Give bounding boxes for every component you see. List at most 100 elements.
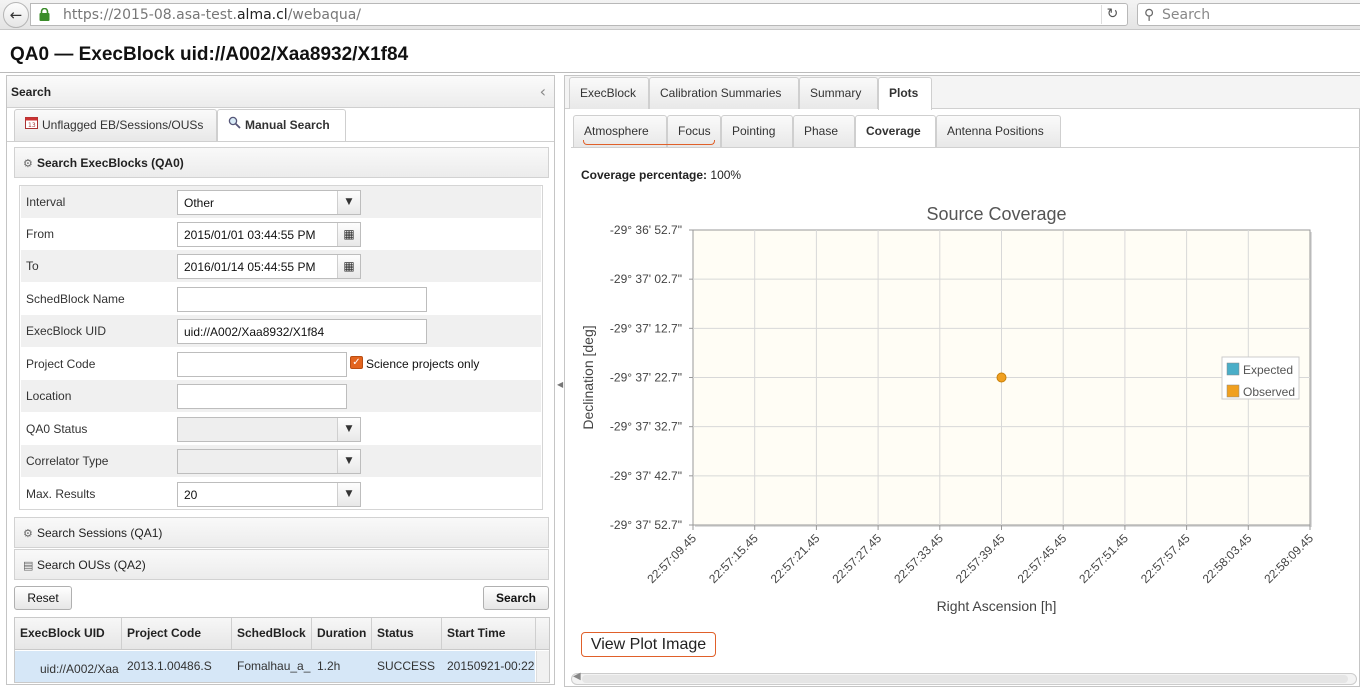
view-plot-image-button[interactable]: View Plot Image: [581, 632, 716, 657]
svg-text:13: 13: [28, 122, 36, 129]
data-point-observed: [996, 372, 1007, 383]
location-input[interactable]: [177, 384, 347, 409]
row-max-results: Max. Results 20 ▼: [21, 478, 541, 510]
x-tick-label: 22:57:33.45: [891, 531, 946, 586]
tab-summary[interactable]: Summary: [799, 77, 878, 109]
tab-plots[interactable]: Plots: [878, 77, 932, 110]
y-tick-label: -29° 37' 52.7": [610, 518, 682, 532]
chevron-down-icon[interactable]: ▼: [337, 418, 360, 441]
browser-toolbar: ← https://2015-08.asa-test.alma.cl/webaq…: [0, 0, 1360, 30]
chevron-down-icon[interactable]: ▼: [337, 450, 360, 473]
to-date-input[interactable]: 2016/01/14 05:44:55 PM ▦: [177, 254, 361, 279]
search-button[interactable]: Search: [483, 586, 549, 610]
interval-value: Other: [184, 196, 215, 210]
calendar-picker-icon[interactable]: ▦: [337, 255, 360, 278]
coverage-percentage: Coverage percentage: 100%: [581, 168, 741, 182]
chevron-down-icon[interactable]: ▼: [337, 483, 360, 506]
row-schedblock-name: SchedBlock Name: [21, 283, 541, 315]
table-row[interactable]: uid://A002/Xaa 2013.1.00486.S Fomalhau_a…: [15, 651, 535, 682]
coverage-value: 100%: [710, 168, 742, 182]
collapse-arrow-icon[interactable]: ◀: [557, 380, 563, 389]
x-tick-label: 22:57:45.45: [1015, 531, 1070, 586]
section-ouss-label: Search OUSs (QA2): [37, 558, 146, 572]
execblock-uid-input[interactable]: uid://A002/Xaa8932/X1f84: [177, 319, 427, 344]
url-text: https://2015-08.asa-test.alma.cl/webaqua…: [63, 7, 362, 23]
science-projects-checkbox[interactable]: ✓: [350, 356, 363, 369]
correlator-type-label: Correlator Type: [26, 454, 109, 468]
cell-execblock-uid: uid://A002/Xaa: [40, 662, 119, 676]
col-start-time[interactable]: Start Time: [442, 618, 536, 649]
divider: [0, 72, 1360, 73]
y-tick-label: -29° 37' 42.7": [610, 469, 682, 483]
y-axis-label: Declination [deg]: [580, 325, 596, 429]
table-scrollbar[interactable]: [536, 651, 549, 682]
section-search-execblocks[interactable]: ⚙ Search ExecBlocks (QA0): [14, 147, 549, 178]
x-tick-label: 22:58:03.45: [1200, 531, 1255, 586]
focus-ring: [583, 140, 715, 145]
section-sessions-label: Search Sessions (QA1): [37, 526, 163, 540]
qa0-status-select[interactable]: ▼: [177, 417, 361, 442]
search-panel: Search ‹ 13 Unflagged EB/Sessions/OUSs M…: [6, 75, 555, 685]
collapse-left-icon[interactable]: ‹: [540, 82, 546, 101]
interval-select[interactable]: Other ▼: [177, 190, 361, 215]
col-execblock-uid[interactable]: ExecBlock UID: [15, 618, 122, 649]
col-duration[interactable]: Duration: [312, 618, 372, 649]
legend-swatch-observed: [1226, 384, 1240, 398]
x-axis-label: Right Ascension [h]: [937, 598, 1057, 614]
section-execblocks-label: Search ExecBlocks (QA0): [37, 156, 184, 170]
tab-unflagged[interactable]: 13 Unflagged EB/Sessions/OUSs: [14, 109, 217, 141]
max-results-select[interactable]: 20 ▼: [177, 482, 361, 507]
tab-manual-search-label: Manual Search: [245, 118, 330, 132]
chart-title: Source Coverage: [926, 204, 1066, 224]
tab-manual-search[interactable]: Manual Search: [217, 109, 346, 142]
col-schedblock[interactable]: SchedBlock: [232, 618, 312, 649]
y-tick-label: -29° 37' 02.7": [610, 272, 682, 286]
max-results-label: Max. Results: [26, 487, 96, 501]
search-panel-header: Search ‹: [7, 76, 554, 108]
section-search-ouss[interactable]: ▤ Search OUSs (QA2): [14, 549, 549, 580]
back-button[interactable]: ←: [3, 2, 29, 28]
subtab-coverage[interactable]: Coverage: [855, 115, 936, 148]
browser-search-input[interactable]: ⚲ Search: [1137, 3, 1360, 26]
from-date-input[interactable]: 2015/01/01 03:44:55 PM ▦: [177, 222, 361, 247]
y-tick-label: -29° 37' 22.7": [610, 371, 682, 385]
col-status[interactable]: Status: [372, 618, 442, 649]
row-interval: Interval Other ▼: [21, 186, 541, 218]
address-bar[interactable]: https://2015-08.asa-test.alma.cl/webaqua…: [30, 3, 1128, 26]
from-label: From: [26, 227, 54, 241]
search-panel-title: Search: [11, 85, 52, 99]
coverage-label: Coverage percentage:: [581, 168, 708, 182]
reset-button[interactable]: Reset: [14, 586, 72, 610]
project-code-label: Project Code: [26, 357, 96, 371]
col-project-code[interactable]: Project Code: [122, 618, 232, 649]
from-value: 2015/01/01 03:44:55 PM: [184, 228, 316, 242]
tab-calibration-summaries[interactable]: Calibration Summaries: [649, 77, 799, 109]
subtab-antenna-positions[interactable]: Antenna Positions: [936, 115, 1061, 147]
x-tick-label: 22:57:57.45: [1138, 531, 1193, 586]
legend-swatch-expected: [1226, 362, 1240, 376]
page-title: QA0 — ExecBlock uid://A002/Xaa8932/X1f84: [10, 44, 409, 65]
location-label: Location: [26, 389, 72, 403]
gears-icon: ⚙: [23, 527, 33, 540]
horizontal-scrollbar[interactable]: ◀: [571, 671, 1357, 685]
reload-icon[interactable]: ↻: [1101, 5, 1123, 24]
schedblock-name-label: SchedBlock Name: [26, 292, 125, 306]
scroll-left-icon[interactable]: ◀: [573, 671, 581, 682]
panel-splitter[interactable]: ◀: [556, 75, 564, 687]
chevron-down-icon[interactable]: ▼: [337, 191, 360, 214]
subtab-pointing[interactable]: Pointing: [721, 115, 793, 147]
qa0-status-label: QA0 Status: [26, 422, 88, 436]
project-code-input[interactable]: [177, 352, 347, 377]
scrollbar-thumb[interactable]: [582, 675, 1348, 683]
tab-unflagged-label: Unflagged EB/Sessions/OUSs: [42, 118, 204, 132]
section-search-sessions[interactable]: ⚙ Search Sessions (QA1): [14, 517, 549, 548]
tab-execblock[interactable]: ExecBlock: [569, 77, 649, 109]
source-coverage-chart: Source Coverage -29° 36' 52.7" -29° 37' 02…: [580, 204, 1316, 614]
calendar-picker-icon[interactable]: ▦: [337, 223, 360, 246]
schedblock-name-input[interactable]: [177, 287, 427, 312]
subtab-phase[interactable]: Phase: [793, 115, 855, 147]
interval-label: Interval: [26, 195, 66, 209]
cell-status: SUCCESS: [377, 659, 436, 673]
row-project-code: Project Code ✓ Science projects only: [21, 348, 541, 380]
correlator-type-select[interactable]: ▼: [177, 449, 361, 474]
